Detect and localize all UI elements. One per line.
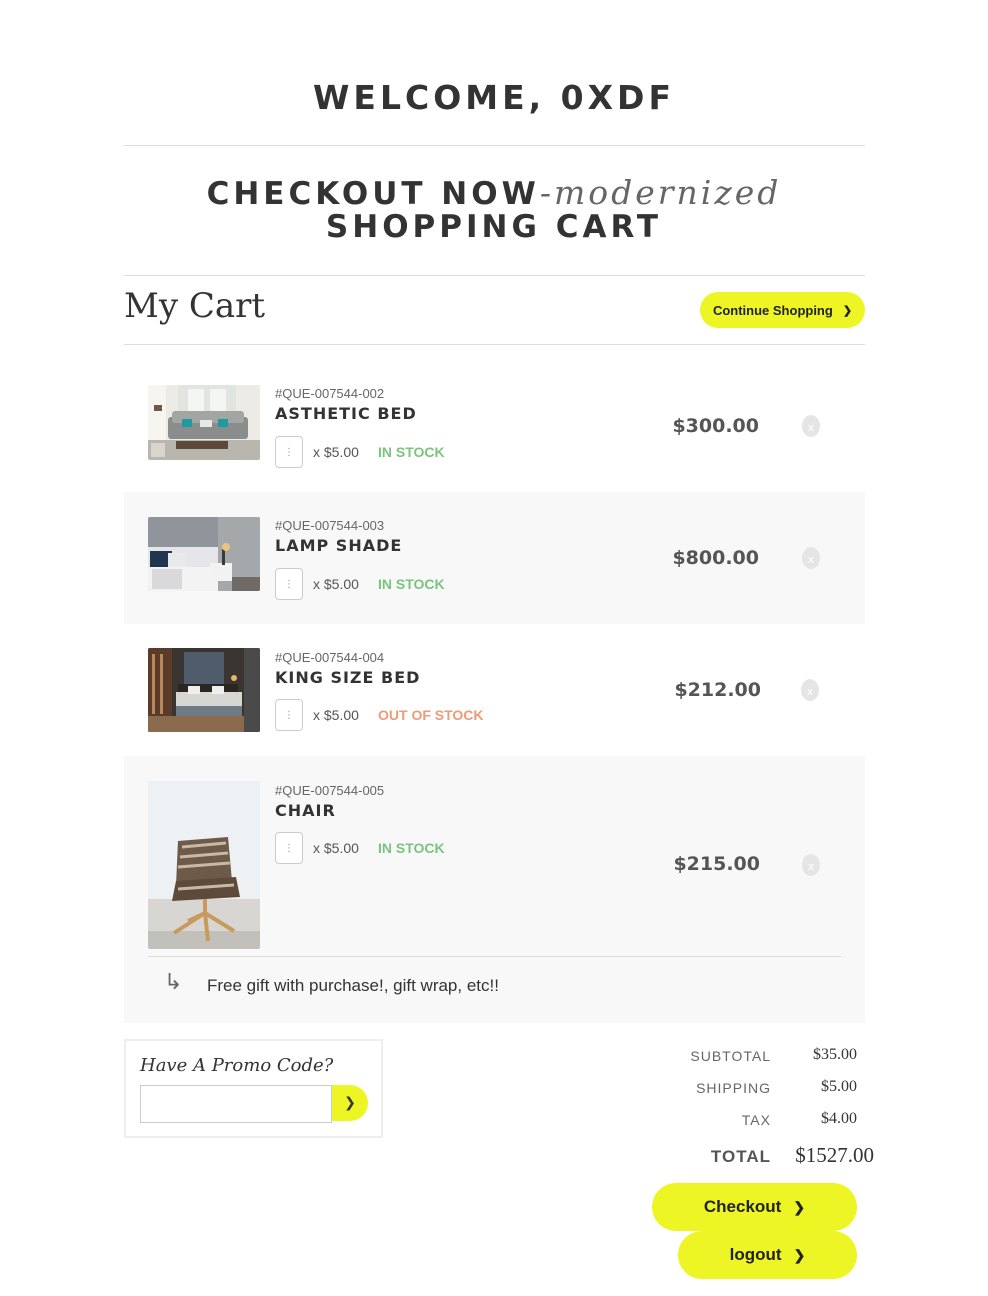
remove-item-button[interactable]: x [802, 415, 820, 437]
shipping-value: $5.00 [821, 1078, 857, 1095]
product-image [148, 648, 260, 732]
divider [148, 956, 841, 957]
item-sku: #QUE-007544-002 [275, 386, 385, 401]
item-unit-price: x $5.00 [313, 444, 359, 460]
chevron-right-icon: ❯ [842, 304, 853, 317]
item-price: $212.00 [674, 679, 761, 701]
promo-title: Have A Promo Code? [140, 1055, 334, 1076]
item-name: LAMP SHADE [275, 536, 403, 555]
divider [124, 275, 865, 276]
item-unit-price: x $5.00 [313, 576, 359, 592]
cart-item: #QUE-007544-005 CHAIR ⋮ x $5.00 IN STOCK… [124, 756, 865, 1023]
item-unit-price: x $5.00 [313, 840, 359, 856]
stock-status: IN STOCK [378, 840, 445, 856]
title-sub: -modernized [539, 173, 782, 212]
logout-button[interactable]: logout ❯ [678, 1231, 857, 1279]
item-sku: #QUE-007544-004 [275, 650, 385, 665]
checkout-label: Checkout [703, 1197, 782, 1216]
welcome-heading: WELCOME, 0XDF [313, 78, 675, 117]
total-value: $1527.00 [795, 1143, 874, 1167]
remove-item-button[interactable]: x [801, 679, 819, 701]
quantity-stepper[interactable]: ⋮ [275, 436, 303, 468]
chevron-right-icon: ❯ [344, 1095, 356, 1111]
stock-status: IN STOCK [378, 444, 445, 460]
quantity-stepper[interactable]: ⋮ [275, 832, 303, 864]
remove-item-button[interactable]: x [802, 547, 820, 569]
item-name: CHAIR [275, 801, 336, 820]
shipping-label: SHIPPING [696, 1080, 771, 1096]
continue-shopping-label: Continue Shopping [712, 302, 833, 318]
item-name: KING SIZE BED [275, 668, 421, 687]
item-sku: #QUE-007544-003 [275, 518, 385, 533]
continue-shopping-button[interactable]: Continue Shopping ❯ [700, 292, 865, 328]
cart-title: My Cart [124, 286, 266, 326]
divider [124, 145, 865, 146]
subtotal-label: SUBTOTAL [690, 1048, 771, 1064]
title-line2: SHOPPING CART [325, 209, 663, 245]
tax-value: $4.00 [821, 1110, 857, 1127]
tax-label: TAX [741, 1112, 771, 1128]
chevron-right-icon: ❯ [793, 1246, 806, 1263]
remove-item-button[interactable]: x [802, 854, 820, 876]
item-sku: #QUE-007544-005 [275, 783, 385, 798]
product-image [148, 385, 260, 460]
promo-code-box: Have A Promo Code? ❯ [124, 1039, 383, 1138]
stock-status: IN STOCK [378, 576, 445, 592]
item-price: $800.00 [672, 547, 759, 569]
item-name: ASTHETIC BED [275, 404, 417, 423]
subtotal-value: $35.00 [813, 1046, 857, 1063]
product-image [148, 781, 260, 949]
cart-item: #QUE-007544-002 ASTHETIC BED ⋮ x $5.00 I… [124, 360, 865, 492]
gift-note: Free gift with purchase!, gift wrap, etc… [207, 976, 499, 995]
stock-status: OUT OF STOCK [378, 707, 484, 723]
page-title: CHECKOUT NOW-modernized SHOPPING CART [0, 176, 988, 244]
quantity-stepper[interactable]: ⋮ [275, 699, 303, 731]
item-price: $300.00 [672, 415, 759, 437]
product-image [148, 517, 260, 591]
item-unit-price: x $5.00 [313, 707, 359, 723]
promo-submit-button[interactable]: ❯ [332, 1085, 368, 1121]
title-main: CHECKOUT NOW [206, 176, 540, 212]
return-arrow-icon: ↳ [164, 970, 183, 995]
cart-item: #QUE-007544-004 KING SIZE BED ⋮ x $5.00 … [124, 624, 865, 756]
divider [124, 344, 865, 345]
promo-code-input[interactable] [140, 1085, 332, 1123]
logout-label: logout [729, 1245, 782, 1264]
chevron-right-icon: ❯ [793, 1198, 806, 1215]
total-label: TOTAL [710, 1147, 771, 1166]
quantity-stepper[interactable]: ⋮ [275, 568, 303, 600]
checkout-button[interactable]: Checkout ❯ [652, 1183, 857, 1231]
item-price: $215.00 [673, 853, 760, 875]
cart-item: #QUE-007544-003 LAMP SHADE ⋮ x $5.00 IN … [124, 492, 865, 624]
